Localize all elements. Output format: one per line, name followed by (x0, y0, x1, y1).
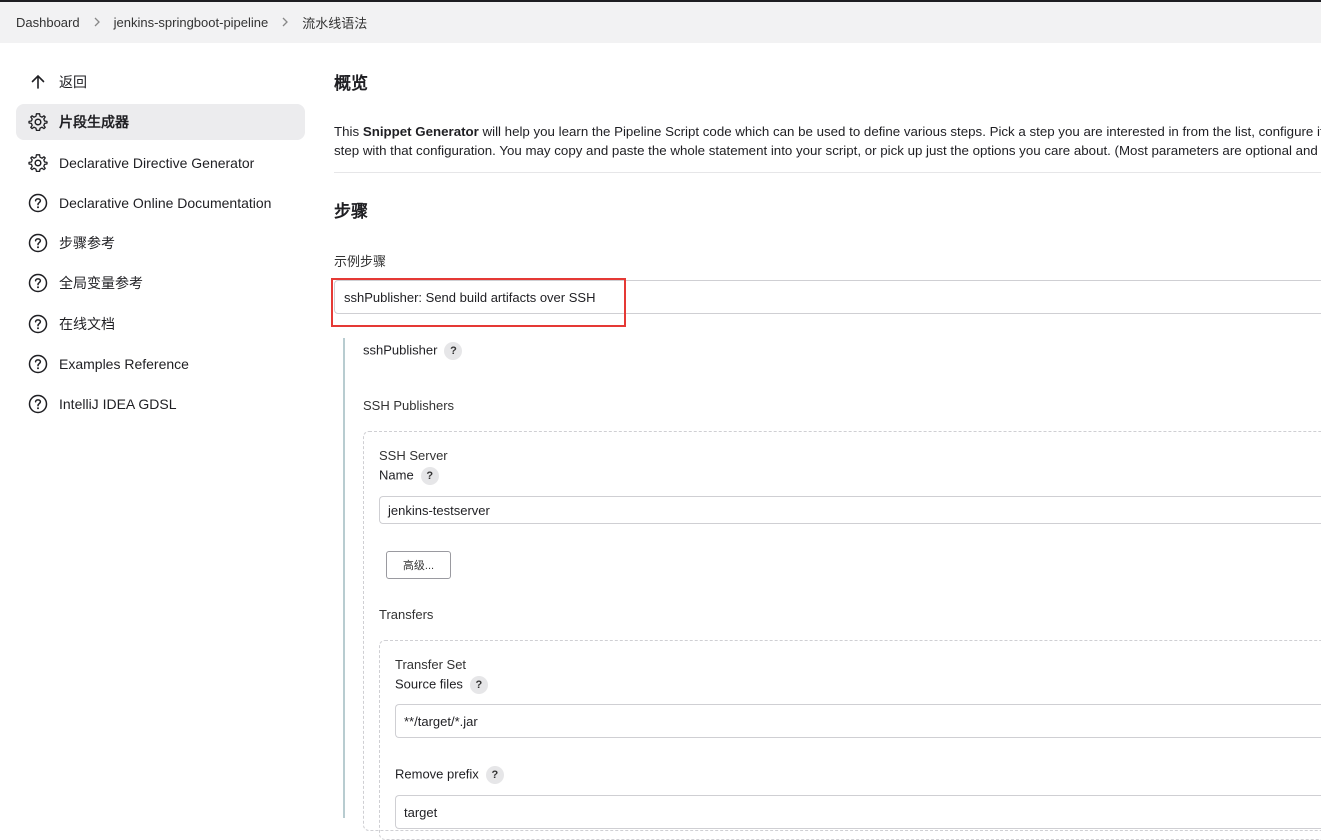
source-files-label: Source files (395, 676, 463, 692)
intro-line-1: This Snippet Generator will help you lea… (334, 122, 1321, 141)
divider (334, 172, 1321, 173)
intro-paragraph: This Snippet Generator will help you lea… (334, 122, 1321, 160)
sample-step-value: sshPublisher: Send build artifacts over … (344, 289, 596, 305)
overview-title: 概览 (334, 74, 368, 93)
sidebar-item-label: 返回 (59, 74, 87, 90)
intro-bold: Snippet Generator (362, 124, 479, 139)
intro-line-2: step with that configuration. You may co… (334, 143, 1321, 158)
help-circle-icon (28, 233, 48, 253)
name-row: Name? (379, 467, 439, 485)
sidebar-item-label: 片段生成器 (59, 114, 129, 131)
sidebar-item-label: 步骤参考 (59, 235, 115, 252)
help-icon[interactable]: ? (420, 467, 439, 485)
sidebar-item-steps-reference[interactable]: 步骤参考 (16, 225, 305, 261)
help-icon[interactable]: ? (444, 342, 463, 360)
sidebar-item-label: Examples Reference (59, 356, 189, 373)
sidebar-item-intellij-gdsl[interactable]: IntelliJ IDEA GDSL (16, 386, 305, 422)
breadcrumb-pipeline[interactable]: jenkins-springboot-pipeline (114, 15, 269, 30)
sidebar-item-label: 在线文档 (59, 315, 115, 332)
intro-line1-rest: will help you learn the Pipeline Script … (478, 124, 1321, 139)
server-name-field[interactable]: jenkins-testserver (379, 496, 1321, 524)
intro-prefix: This (334, 124, 363, 139)
sidebar-item-label: IntelliJ IDEA GDSL (59, 396, 177, 413)
sample-step-select[interactable]: sshPublisher: Send build artifacts over … (334, 280, 1321, 314)
source-files-row: Source files? (395, 676, 488, 694)
sidebar-item-global-variables[interactable]: 全局变量参考 (16, 265, 305, 301)
remove-prefix-field[interactable]: target (395, 795, 1321, 829)
sidebar-item-label: Declarative Online Documentation (59, 194, 272, 211)
sidebar-item-snippet-generator[interactable]: 片段生成器 (16, 104, 305, 141)
step-name-label: sshPublisher (363, 342, 438, 358)
steps-title: 步骤 (334, 202, 368, 221)
name-label: Name (379, 467, 414, 483)
help-icon[interactable]: ? (469, 676, 488, 694)
remove-prefix-row: Remove prefix? (395, 766, 504, 784)
gear-icon (28, 112, 48, 132)
source-files-field[interactable]: **/target/*.jar (395, 704, 1321, 738)
breadcrumb: Dashboard jenkins-springboot-pipeline 流水… (0, 0, 1321, 43)
transfer-set-label: Transfer Set (395, 657, 467, 672)
breadcrumb-dashboard[interactable]: Dashboard (16, 15, 80, 30)
breadcrumb-pipeline-syntax[interactable]: 流水线语法 (302, 13, 367, 32)
sidebar-item-declarative-online-docs[interactable]: Declarative Online Documentation (16, 185, 305, 221)
sidebar-item-examples-reference[interactable]: Examples Reference (16, 346, 305, 382)
ssh-server-label: SSH Server (379, 448, 448, 463)
advanced-button[interactable]: 高级... (386, 551, 451, 579)
source-files-value: **/target/*.jar (404, 713, 478, 729)
help-circle-icon (28, 273, 48, 293)
remove-prefix-label: Remove prefix (395, 766, 479, 782)
server-name-value: jenkins-testserver (388, 502, 490, 518)
sample-step-label: 示例步骤 (334, 254, 387, 269)
help-circle-icon (28, 354, 48, 374)
arrow-up-icon (28, 72, 48, 92)
help-circle-icon (28, 394, 48, 414)
help-icon[interactable]: ? (485, 766, 504, 784)
sidebar-item-label: 全局变量参考 (59, 275, 143, 292)
gear-icon (28, 153, 48, 173)
sidebar-item-label: Declarative Directive Generator (59, 154, 255, 171)
step-name-row: sshPublisher? (363, 342, 463, 360)
sidebar-item-online-docs[interactable]: 在线文档 (16, 306, 305, 342)
sidebar-item-back[interactable]: 返回 (16, 64, 305, 100)
help-circle-icon (28, 314, 48, 334)
ssh-publishers-label: SSH Publishers (363, 398, 455, 413)
main-content: 概览 This Snippet Generator will help you … (334, 60, 1321, 173)
chevron-right-icon (93, 16, 101, 30)
sidebar: 返回 片段生成器 Declarative Directive Generator… (16, 64, 305, 427)
chevron-right-icon (281, 16, 289, 30)
transfers-label: Transfers (379, 607, 434, 622)
help-circle-icon (28, 193, 48, 213)
step-guide-line (343, 338, 345, 818)
sidebar-item-declarative-directive-generator[interactable]: Declarative Directive Generator (16, 145, 305, 181)
